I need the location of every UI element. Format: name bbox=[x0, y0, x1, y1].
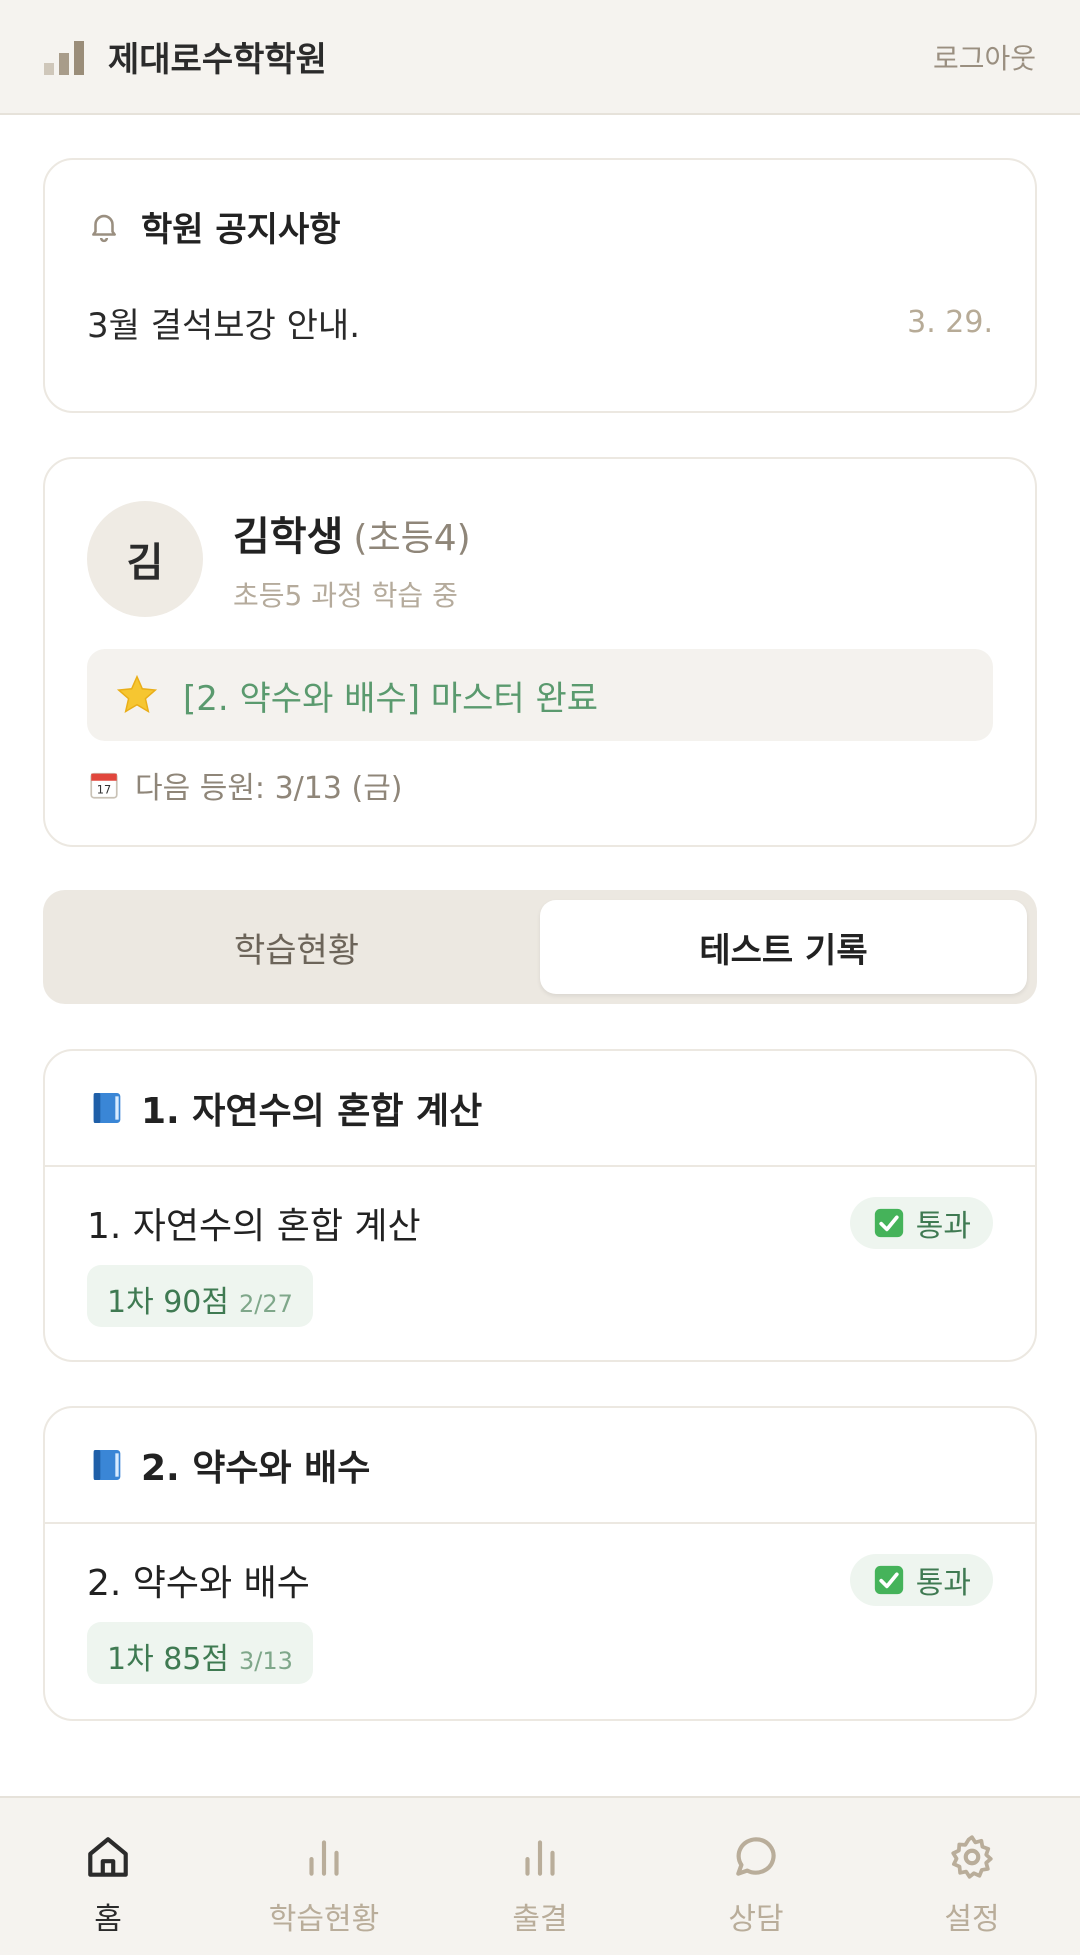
score-text: 1차 90점 bbox=[107, 1285, 229, 1320]
status-text: 통과 bbox=[915, 1209, 971, 1244]
nav-consultation-label: 상담 bbox=[728, 1902, 784, 1937]
unit-card: 1. 자연수의 혼합 계산 1. 자연수의 혼합 계산 통과 1차 90점 2/… bbox=[43, 1049, 1037, 1362]
nav-learning-status-label: 학습현황 bbox=[268, 1902, 380, 1937]
test-record-item[interactable]: 1. 자연수의 혼합 계산 통과 1차 90점 2/27 bbox=[45, 1167, 1035, 1327]
notice-card[interactable]: 학원 공지사항 3월 결석보강 안내. 3. 29. bbox=[43, 158, 1037, 413]
nav-settings-label: 설정 bbox=[944, 1902, 1000, 1937]
unit-title: 2. 약수와 배수 bbox=[141, 1448, 371, 1489]
score-chip: 1차 85점 3/13 bbox=[87, 1622, 313, 1684]
notice-item[interactable]: 3월 결석보강 안내. 3. 29. bbox=[87, 298, 993, 347]
next-visit-text: 다음 등원: 3/13 (금) bbox=[135, 771, 403, 806]
mastery-badge: [2. 약수와 배수] 마스터 완료 bbox=[87, 649, 993, 741]
bottom-nav: 홈 학습현황 출결 상담 설정 bbox=[0, 1796, 1080, 1955]
score-text: 1차 85점 bbox=[107, 1642, 229, 1677]
nav-attendance-label: 출결 bbox=[512, 1902, 568, 1937]
nav-home-label: 홈 bbox=[94, 1902, 122, 1937]
check-icon bbox=[874, 1208, 903, 1238]
status-text: 통과 bbox=[915, 1566, 971, 1601]
logout-button[interactable]: 로그아웃 bbox=[933, 37, 1036, 77]
app-header: 제대로수학학원 로그아웃 bbox=[0, 0, 1080, 115]
nav-settings[interactable]: 설정 bbox=[864, 1798, 1080, 1955]
score-date: 3/13 bbox=[239, 1647, 293, 1675]
score-chip: 1차 90점 2/27 bbox=[87, 1265, 313, 1327]
score-date: 2/27 bbox=[239, 1290, 293, 1318]
student-name: 김학생 bbox=[233, 514, 344, 560]
nav-learning-status[interactable]: 학습현황 bbox=[216, 1798, 432, 1955]
bell-icon bbox=[92, 214, 116, 243]
calendar-icon: 17 bbox=[90, 772, 118, 799]
gear-icon bbox=[951, 1835, 993, 1879]
next-visit: 17 다음 등원: 3/13 (금) bbox=[87, 763, 993, 807]
chat-bubble-icon bbox=[736, 1837, 776, 1876]
tab-bar: 학습현황 테스트 기록 bbox=[43, 890, 1037, 1004]
test-record-item[interactable]: 2. 약수와 배수 통과 1차 85점 3/13 bbox=[45, 1524, 1035, 1684]
notice-title: 학원 공지사항 bbox=[141, 209, 341, 250]
blue-book-icon bbox=[93, 1450, 121, 1480]
svg-text:17: 17 bbox=[97, 783, 111, 797]
nav-consultation[interactable]: 상담 bbox=[648, 1798, 864, 1955]
unit-card: 2. 약수와 배수 2. 약수와 배수 통과 1차 85점 3/13 bbox=[43, 1406, 1037, 1721]
unit-title: 1. 자연수의 혼합 계산 bbox=[141, 1091, 483, 1132]
tab-test-records[interactable]: 테스트 기록 bbox=[540, 900, 1027, 994]
home-icon bbox=[88, 1837, 128, 1877]
tab-learning-status[interactable]: 학습현황 bbox=[53, 900, 540, 994]
blue-book-icon bbox=[93, 1093, 121, 1123]
app-title: 제대로수학학원 bbox=[108, 40, 327, 80]
student-profile-card: 김 김학생 (초등4) 초등5 과정 학습 중 [2. 약수와 배수] 마스터 완… bbox=[43, 457, 1037, 847]
logo-bars-icon bbox=[44, 39, 84, 75]
star-icon bbox=[116, 674, 158, 714]
avatar: 김 bbox=[87, 501, 203, 617]
test-name: 1. 자연수의 혼합 계산 bbox=[87, 1206, 421, 1247]
check-icon bbox=[874, 1565, 903, 1595]
bar-chart-icon bbox=[525, 1840, 555, 1876]
test-name: 2. 약수와 배수 bbox=[87, 1563, 310, 1604]
status-badge: 통과 bbox=[849, 1554, 993, 1606]
student-grade: (초등4) bbox=[353, 518, 471, 559]
status-badge: 통과 bbox=[849, 1197, 993, 1249]
notice-date: 3. 29. bbox=[907, 305, 993, 340]
notice-text: 3월 결석보강 안내. bbox=[87, 306, 361, 346]
course-status: 초등5 과정 학습 중 bbox=[233, 579, 458, 612]
mastery-text: [2. 약수와 배수] 마스터 완료 bbox=[183, 678, 598, 719]
nav-home[interactable]: 홈 bbox=[0, 1798, 216, 1955]
bar-chart-icon bbox=[309, 1840, 339, 1876]
nav-attendance[interactable]: 출결 bbox=[432, 1798, 648, 1955]
